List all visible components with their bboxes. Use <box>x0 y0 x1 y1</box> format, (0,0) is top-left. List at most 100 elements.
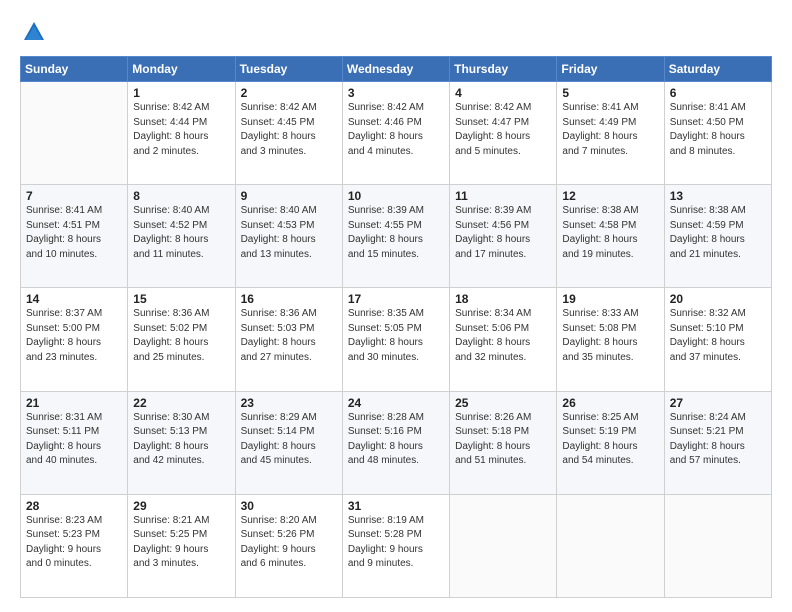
day-info: Sunrise: 8:41 AM Sunset: 4:51 PM Dayligh… <box>26 204 122 262</box>
day-number: 4 <box>455 86 551 100</box>
day-number: 25 <box>455 396 551 410</box>
day-number: 26 <box>562 396 658 410</box>
day-number: 20 <box>670 292 766 306</box>
day-info: Sunrise: 8:33 AM Sunset: 5:08 PM Dayligh… <box>562 307 658 365</box>
calendar-week-row: 7Sunrise: 8:41 AM Sunset: 4:51 PM Daylig… <box>21 185 772 288</box>
day-info: Sunrise: 8:39 AM Sunset: 4:55 PM Dayligh… <box>348 204 444 262</box>
calendar-cell: 7Sunrise: 8:41 AM Sunset: 4:51 PM Daylig… <box>21 185 128 288</box>
day-info: Sunrise: 8:20 AM Sunset: 5:26 PM Dayligh… <box>241 514 337 572</box>
calendar-cell: 6Sunrise: 8:41 AM Sunset: 4:50 PM Daylig… <box>664 82 771 185</box>
calendar-cell: 20Sunrise: 8:32 AM Sunset: 5:10 PM Dayli… <box>664 288 771 391</box>
day-number: 31 <box>348 499 444 513</box>
day-of-week-header: Monday <box>128 57 235 82</box>
calendar-cell: 26Sunrise: 8:25 AM Sunset: 5:19 PM Dayli… <box>557 391 664 494</box>
day-number: 13 <box>670 189 766 203</box>
day-info: Sunrise: 8:36 AM Sunset: 5:03 PM Dayligh… <box>241 307 337 365</box>
day-info: Sunrise: 8:41 AM Sunset: 4:49 PM Dayligh… <box>562 101 658 159</box>
day-number: 29 <box>133 499 229 513</box>
day-number: 11 <box>455 189 551 203</box>
day-number: 8 <box>133 189 229 203</box>
calendar-cell: 23Sunrise: 8:29 AM Sunset: 5:14 PM Dayli… <box>235 391 342 494</box>
day-info: Sunrise: 8:38 AM Sunset: 4:58 PM Dayligh… <box>562 204 658 262</box>
day-number: 1 <box>133 86 229 100</box>
day-of-week-header: Wednesday <box>342 57 449 82</box>
calendar-cell: 8Sunrise: 8:40 AM Sunset: 4:52 PM Daylig… <box>128 185 235 288</box>
day-info: Sunrise: 8:38 AM Sunset: 4:59 PM Dayligh… <box>670 204 766 262</box>
calendar-cell: 14Sunrise: 8:37 AM Sunset: 5:00 PM Dayli… <box>21 288 128 391</box>
calendar-cell: 1Sunrise: 8:42 AM Sunset: 4:44 PM Daylig… <box>128 82 235 185</box>
calendar-cell: 19Sunrise: 8:33 AM Sunset: 5:08 PM Dayli… <box>557 288 664 391</box>
day-of-week-header: Saturday <box>664 57 771 82</box>
day-info: Sunrise: 8:39 AM Sunset: 4:56 PM Dayligh… <box>455 204 551 262</box>
day-number: 18 <box>455 292 551 306</box>
calendar-week-row: 1Sunrise: 8:42 AM Sunset: 4:44 PM Daylig… <box>21 82 772 185</box>
calendar-cell: 28Sunrise: 8:23 AM Sunset: 5:23 PM Dayli… <box>21 494 128 597</box>
calendar-cell: 16Sunrise: 8:36 AM Sunset: 5:03 PM Dayli… <box>235 288 342 391</box>
day-of-week-header: Sunday <box>21 57 128 82</box>
day-info: Sunrise: 8:26 AM Sunset: 5:18 PM Dayligh… <box>455 411 551 469</box>
day-info: Sunrise: 8:21 AM Sunset: 5:25 PM Dayligh… <box>133 514 229 572</box>
logo-icon <box>20 18 48 46</box>
day-info: Sunrise: 8:28 AM Sunset: 5:16 PM Dayligh… <box>348 411 444 469</box>
day-info: Sunrise: 8:34 AM Sunset: 5:06 PM Dayligh… <box>455 307 551 365</box>
day-info: Sunrise: 8:29 AM Sunset: 5:14 PM Dayligh… <box>241 411 337 469</box>
day-number: 16 <box>241 292 337 306</box>
calendar-cell <box>557 494 664 597</box>
calendar-cell: 27Sunrise: 8:24 AM Sunset: 5:21 PM Dayli… <box>664 391 771 494</box>
day-info: Sunrise: 8:42 AM Sunset: 4:46 PM Dayligh… <box>348 101 444 159</box>
day-number: 21 <box>26 396 122 410</box>
day-info: Sunrise: 8:32 AM Sunset: 5:10 PM Dayligh… <box>670 307 766 365</box>
page: SundayMondayTuesdayWednesdayThursdayFrid… <box>0 0 792 612</box>
day-number: 5 <box>562 86 658 100</box>
day-of-week-header: Tuesday <box>235 57 342 82</box>
calendar-week-row: 21Sunrise: 8:31 AM Sunset: 5:11 PM Dayli… <box>21 391 772 494</box>
day-info: Sunrise: 8:37 AM Sunset: 5:00 PM Dayligh… <box>26 307 122 365</box>
day-number: 2 <box>241 86 337 100</box>
day-info: Sunrise: 8:35 AM Sunset: 5:05 PM Dayligh… <box>348 307 444 365</box>
day-number: 3 <box>348 86 444 100</box>
day-info: Sunrise: 8:19 AM Sunset: 5:28 PM Dayligh… <box>348 514 444 572</box>
calendar-week-row: 28Sunrise: 8:23 AM Sunset: 5:23 PM Dayli… <box>21 494 772 597</box>
day-number: 30 <box>241 499 337 513</box>
day-info: Sunrise: 8:40 AM Sunset: 4:53 PM Dayligh… <box>241 204 337 262</box>
day-number: 17 <box>348 292 444 306</box>
calendar-cell: 31Sunrise: 8:19 AM Sunset: 5:28 PM Dayli… <box>342 494 449 597</box>
logo <box>20 18 52 46</box>
day-info: Sunrise: 8:41 AM Sunset: 4:50 PM Dayligh… <box>670 101 766 159</box>
day-info: Sunrise: 8:36 AM Sunset: 5:02 PM Dayligh… <box>133 307 229 365</box>
day-number: 23 <box>241 396 337 410</box>
calendar-header-row: SundayMondayTuesdayWednesdayThursdayFrid… <box>21 57 772 82</box>
calendar-cell: 17Sunrise: 8:35 AM Sunset: 5:05 PM Dayli… <box>342 288 449 391</box>
day-number: 24 <box>348 396 444 410</box>
calendar-cell: 30Sunrise: 8:20 AM Sunset: 5:26 PM Dayli… <box>235 494 342 597</box>
day-number: 9 <box>241 189 337 203</box>
calendar-cell: 9Sunrise: 8:40 AM Sunset: 4:53 PM Daylig… <box>235 185 342 288</box>
day-number: 7 <box>26 189 122 203</box>
day-info: Sunrise: 8:42 AM Sunset: 4:47 PM Dayligh… <box>455 101 551 159</box>
calendar-cell <box>21 82 128 185</box>
day-number: 6 <box>670 86 766 100</box>
calendar-cell: 18Sunrise: 8:34 AM Sunset: 5:06 PM Dayli… <box>450 288 557 391</box>
calendar-cell: 29Sunrise: 8:21 AM Sunset: 5:25 PM Dayli… <box>128 494 235 597</box>
day-number: 22 <box>133 396 229 410</box>
day-info: Sunrise: 8:40 AM Sunset: 4:52 PM Dayligh… <box>133 204 229 262</box>
day-info: Sunrise: 8:42 AM Sunset: 4:45 PM Dayligh… <box>241 101 337 159</box>
calendar-cell: 11Sunrise: 8:39 AM Sunset: 4:56 PM Dayli… <box>450 185 557 288</box>
day-number: 15 <box>133 292 229 306</box>
day-of-week-header: Thursday <box>450 57 557 82</box>
calendar-cell: 21Sunrise: 8:31 AM Sunset: 5:11 PM Dayli… <box>21 391 128 494</box>
calendar-cell: 25Sunrise: 8:26 AM Sunset: 5:18 PM Dayli… <box>450 391 557 494</box>
calendar-cell <box>450 494 557 597</box>
calendar-cell: 24Sunrise: 8:28 AM Sunset: 5:16 PM Dayli… <box>342 391 449 494</box>
calendar-week-row: 14Sunrise: 8:37 AM Sunset: 5:00 PM Dayli… <box>21 288 772 391</box>
day-number: 27 <box>670 396 766 410</box>
day-number: 14 <box>26 292 122 306</box>
calendar-cell: 15Sunrise: 8:36 AM Sunset: 5:02 PM Dayli… <box>128 288 235 391</box>
calendar-cell <box>664 494 771 597</box>
day-number: 12 <box>562 189 658 203</box>
calendar-cell: 13Sunrise: 8:38 AM Sunset: 4:59 PM Dayli… <box>664 185 771 288</box>
day-of-week-header: Friday <box>557 57 664 82</box>
calendar-cell: 4Sunrise: 8:42 AM Sunset: 4:47 PM Daylig… <box>450 82 557 185</box>
calendar-cell: 12Sunrise: 8:38 AM Sunset: 4:58 PM Dayli… <box>557 185 664 288</box>
day-info: Sunrise: 8:24 AM Sunset: 5:21 PM Dayligh… <box>670 411 766 469</box>
